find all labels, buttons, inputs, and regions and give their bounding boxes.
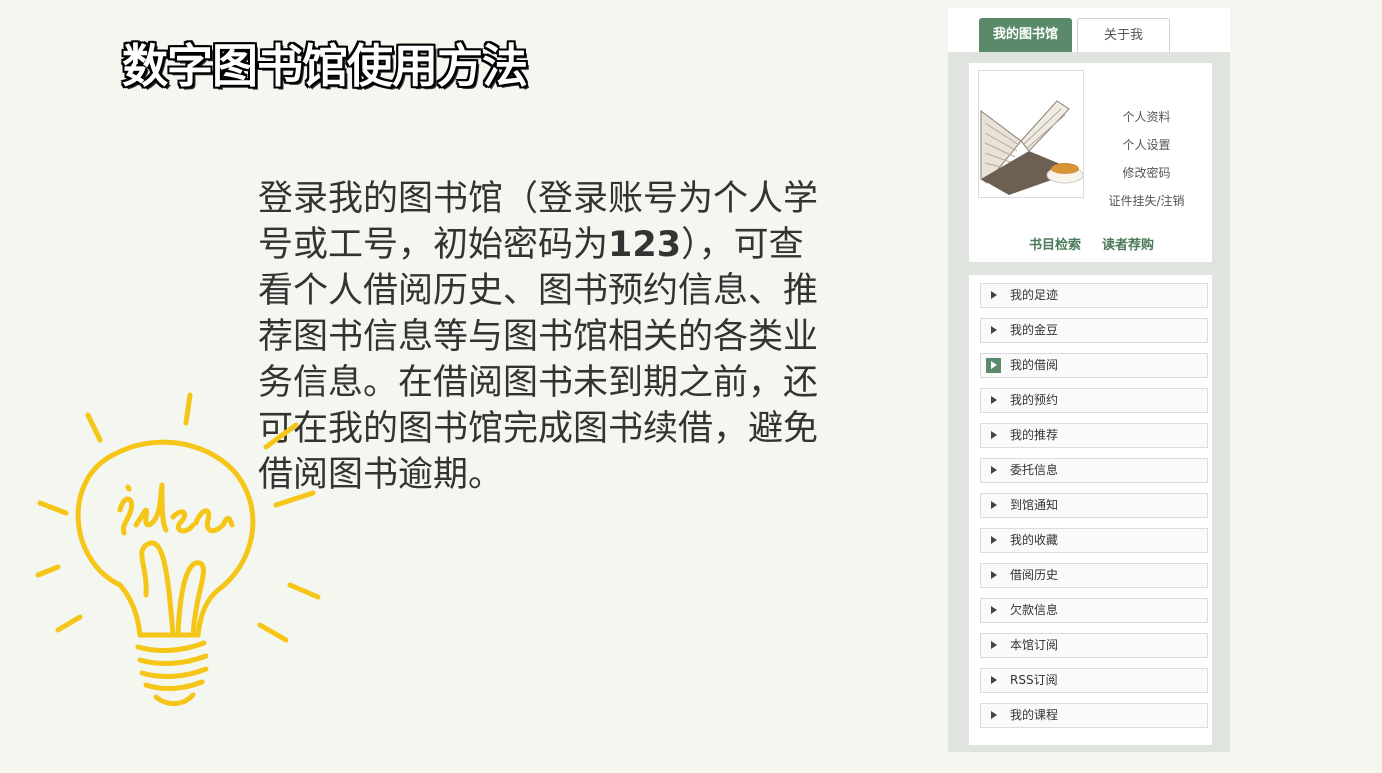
chevron-right-icon [991,606,997,614]
menu-item-fines[interactable]: 欠款信息 [980,598,1208,623]
link-catalog-search[interactable]: 书目检索 [1029,234,1081,253]
menu-item-arrival-notice[interactable]: 到馆通知 [980,493,1208,518]
menu-item-label: 我的借阅 [1010,358,1059,372]
menu-item-label: 欠款信息 [1010,603,1059,617]
instruction-text: 登录我的图书馆（登录账号为个人学号或工号，初始密码为123），可查看个人借阅历史… [258,176,838,498]
link-profile[interactable]: 个人资料 [1089,108,1204,125]
chevron-right-icon [991,466,997,474]
menu-item-recommendations[interactable]: 我的推荐 [980,423,1208,448]
my-library-panel: 我的图书馆 关于我 个人资料 个人设置 修改密码 证件挂失/注销 书目检索 读者… [948,8,1230,752]
link-reader-recommend[interactable]: 读者荐购 [1102,234,1154,253]
avatar [978,70,1084,198]
menu-item-beans[interactable]: 我的金豆 [980,318,1208,343]
idea-lightbulb-icon [35,392,321,706]
link-change-password[interactable]: 修改密码 [1089,164,1204,181]
menu-item-favorites[interactable]: 我的收藏 [980,528,1208,553]
profile-box: 个人资料 个人设置 修改密码 证件挂失/注销 书目检索 读者荐购 [969,63,1212,262]
instruction-text-part2: ），可查看个人借阅历史、图书预约信息、推荐图书信息等与图书馆相关的各类业务信息。… [258,225,819,495]
menu-item-reservations[interactable]: 我的预约 [980,388,1208,413]
menu-item-footprint[interactable]: 我的足迹 [980,283,1208,308]
chevron-right-icon [991,396,997,404]
chevron-right-icon [986,358,1001,373]
chevron-right-icon [991,536,997,544]
chevron-right-icon [991,431,997,439]
chevron-right-icon [991,711,997,719]
menu-item-courses[interactable]: 我的课程 [980,703,1208,728]
menu-item-label: 到馆通知 [1010,498,1059,512]
menu-item-subscriptions[interactable]: 本馆订阅 [980,633,1208,658]
menu-item-borrowing[interactable]: 我的借阅 [980,353,1208,378]
menu-item-history[interactable]: 借阅历史 [980,563,1208,588]
link-settings[interactable]: 个人设置 [1089,136,1204,153]
chevron-right-icon [991,291,997,299]
tab-about-me[interactable]: 关于我 [1077,18,1170,52]
menu-item-label: 我的课程 [1010,708,1059,722]
link-report-loss[interactable]: 证件挂失/注销 [1089,192,1204,209]
menu-item-delegation[interactable]: 委托信息 [980,458,1208,483]
menu-item-label: 本馆订阅 [1010,638,1059,652]
chevron-right-icon [991,676,997,684]
menu-item-label: 我的预约 [1010,393,1059,407]
menu-item-label: 我的足迹 [1010,288,1059,302]
menu-item-label: RSS订阅 [1010,673,1058,687]
chevron-right-icon [991,571,997,579]
menu-item-label: 委托信息 [1010,463,1059,477]
chevron-right-icon [991,501,997,509]
book-and-tea-image [979,71,1083,197]
library-menu: 我的足迹 我的金豆 我的借阅 我的预约 我的推荐 委托信息 到馆通知 我的收藏 … [969,275,1212,745]
panel-tabs: 我的图书馆 关于我 [948,8,1230,52]
chevron-right-icon [991,641,997,649]
menu-item-label: 借阅历史 [1010,568,1059,582]
menu-item-rss[interactable]: RSS订阅 [980,668,1208,693]
initial-password: 123 [608,225,682,265]
menu-item-label: 我的推荐 [1010,428,1059,442]
tab-my-library[interactable]: 我的图书馆 [979,18,1072,52]
page-title: 数字图书馆使用方法 [122,39,528,93]
menu-item-label: 我的收藏 [1010,533,1059,547]
menu-item-label: 我的金豆 [1010,323,1059,337]
chevron-right-icon [991,326,997,334]
